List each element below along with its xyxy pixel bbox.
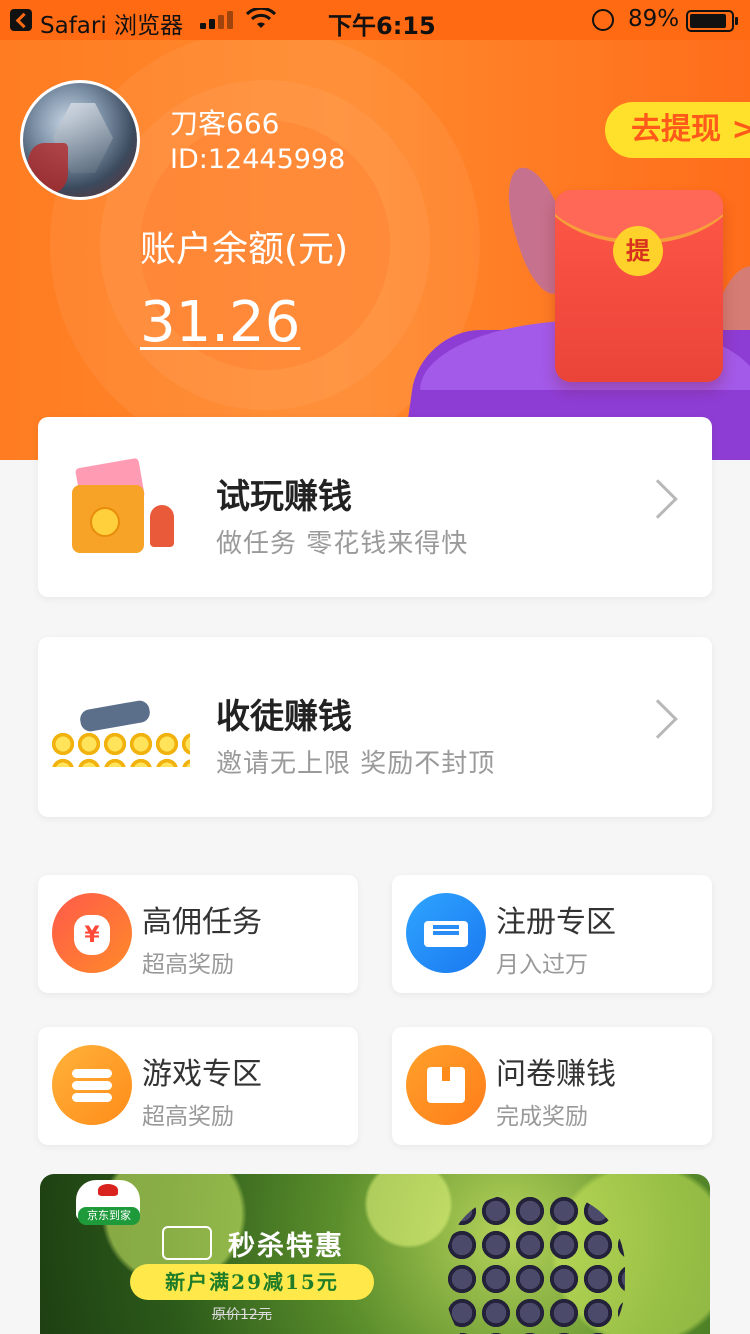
seal-logo-icon: [162, 1226, 212, 1260]
envelope-seal: 提: [613, 226, 663, 276]
battery-icon: [686, 10, 738, 32]
recruit-earn-card[interactable]: 收徒赚钱 邀请无上限 奖励不封顶: [38, 637, 712, 817]
card-title: 试玩赚钱: [216, 477, 352, 517]
gift-box-icon: [406, 1045, 486, 1125]
status-app-name[interactable]: Safari 浏览器: [40, 6, 183, 40]
wifi-icon: [246, 8, 276, 28]
tile-desc: 超高奖励: [142, 952, 234, 978]
tile-label: 问卷赚钱: [496, 1057, 616, 1092]
grapes-image: [445, 1194, 625, 1334]
username: 刀客666: [170, 107, 280, 140]
avatar[interactable]: [20, 80, 140, 200]
tile-label: 注册专区: [496, 905, 616, 940]
red-envelope-illustration: 提: [555, 190, 723, 382]
card-subtitle: 邀请无上限 奖励不封顶: [216, 749, 496, 779]
banner-promo: 新户满29减15元: [130, 1264, 374, 1300]
promo-banner[interactable]: 京东到家 秒杀特惠 新户满29减15元 原价12元: [40, 1174, 710, 1334]
tile-registration[interactable]: 注册专区 月入过万: [392, 875, 712, 993]
chevron-right-icon: [638, 699, 678, 739]
card-title: 收徒赚钱: [216, 697, 352, 737]
trial-earn-card[interactable]: 试玩赚钱 做任务 零花钱来得快: [38, 417, 712, 597]
coin-stack-icon: [52, 1045, 132, 1125]
banner-headline: 秒杀特惠: [228, 1231, 344, 1262]
status-bar: Safari 浏览器 下午6:15 89%: [0, 0, 750, 40]
status-time: 下午6:15: [328, 12, 436, 40]
coins-illustration-icon: [50, 697, 190, 777]
wallet-illustration-icon: [72, 457, 212, 563]
cellular-signal-icon: [200, 11, 234, 29]
tile-label: 游戏专区: [142, 1057, 262, 1092]
tile-games[interactable]: 游戏专区 超高奖励: [38, 1027, 358, 1145]
tile-high-commission[interactable]: ¥ 高佣任务 超高奖励: [38, 875, 358, 993]
brand-name: 京东到家: [78, 1207, 140, 1225]
account-header: 刀客666 ID:12445998 账户余额(元) 31.26 提 去提现 >: [0, 40, 750, 460]
tile-desc: 完成奖励: [496, 1104, 588, 1130]
tile-survey[interactable]: 问卷赚钱 完成奖励: [392, 1027, 712, 1145]
user-id: ID:12445998: [170, 144, 346, 175]
balance-label: 账户余额(元): [140, 229, 349, 270]
chevron-right-icon: [638, 479, 678, 519]
tile-desc: 月入过万: [496, 952, 588, 978]
money-bag-icon: ¥: [52, 893, 132, 973]
battery-percent: 89%: [628, 6, 680, 32]
banner-original-price: 原价12元: [212, 1307, 272, 1323]
tile-desc: 超高奖励: [142, 1104, 234, 1130]
tile-label: 高佣任务: [142, 905, 262, 940]
back-to-app-icon[interactable]: [10, 9, 32, 31]
rotation-lock-icon: [592, 9, 614, 31]
ticket-icon: [406, 893, 486, 973]
card-subtitle: 做任务 零花钱来得快: [216, 529, 469, 559]
balance-value[interactable]: 31.26: [140, 290, 300, 355]
withdraw-button[interactable]: 去提现 >: [605, 102, 750, 158]
